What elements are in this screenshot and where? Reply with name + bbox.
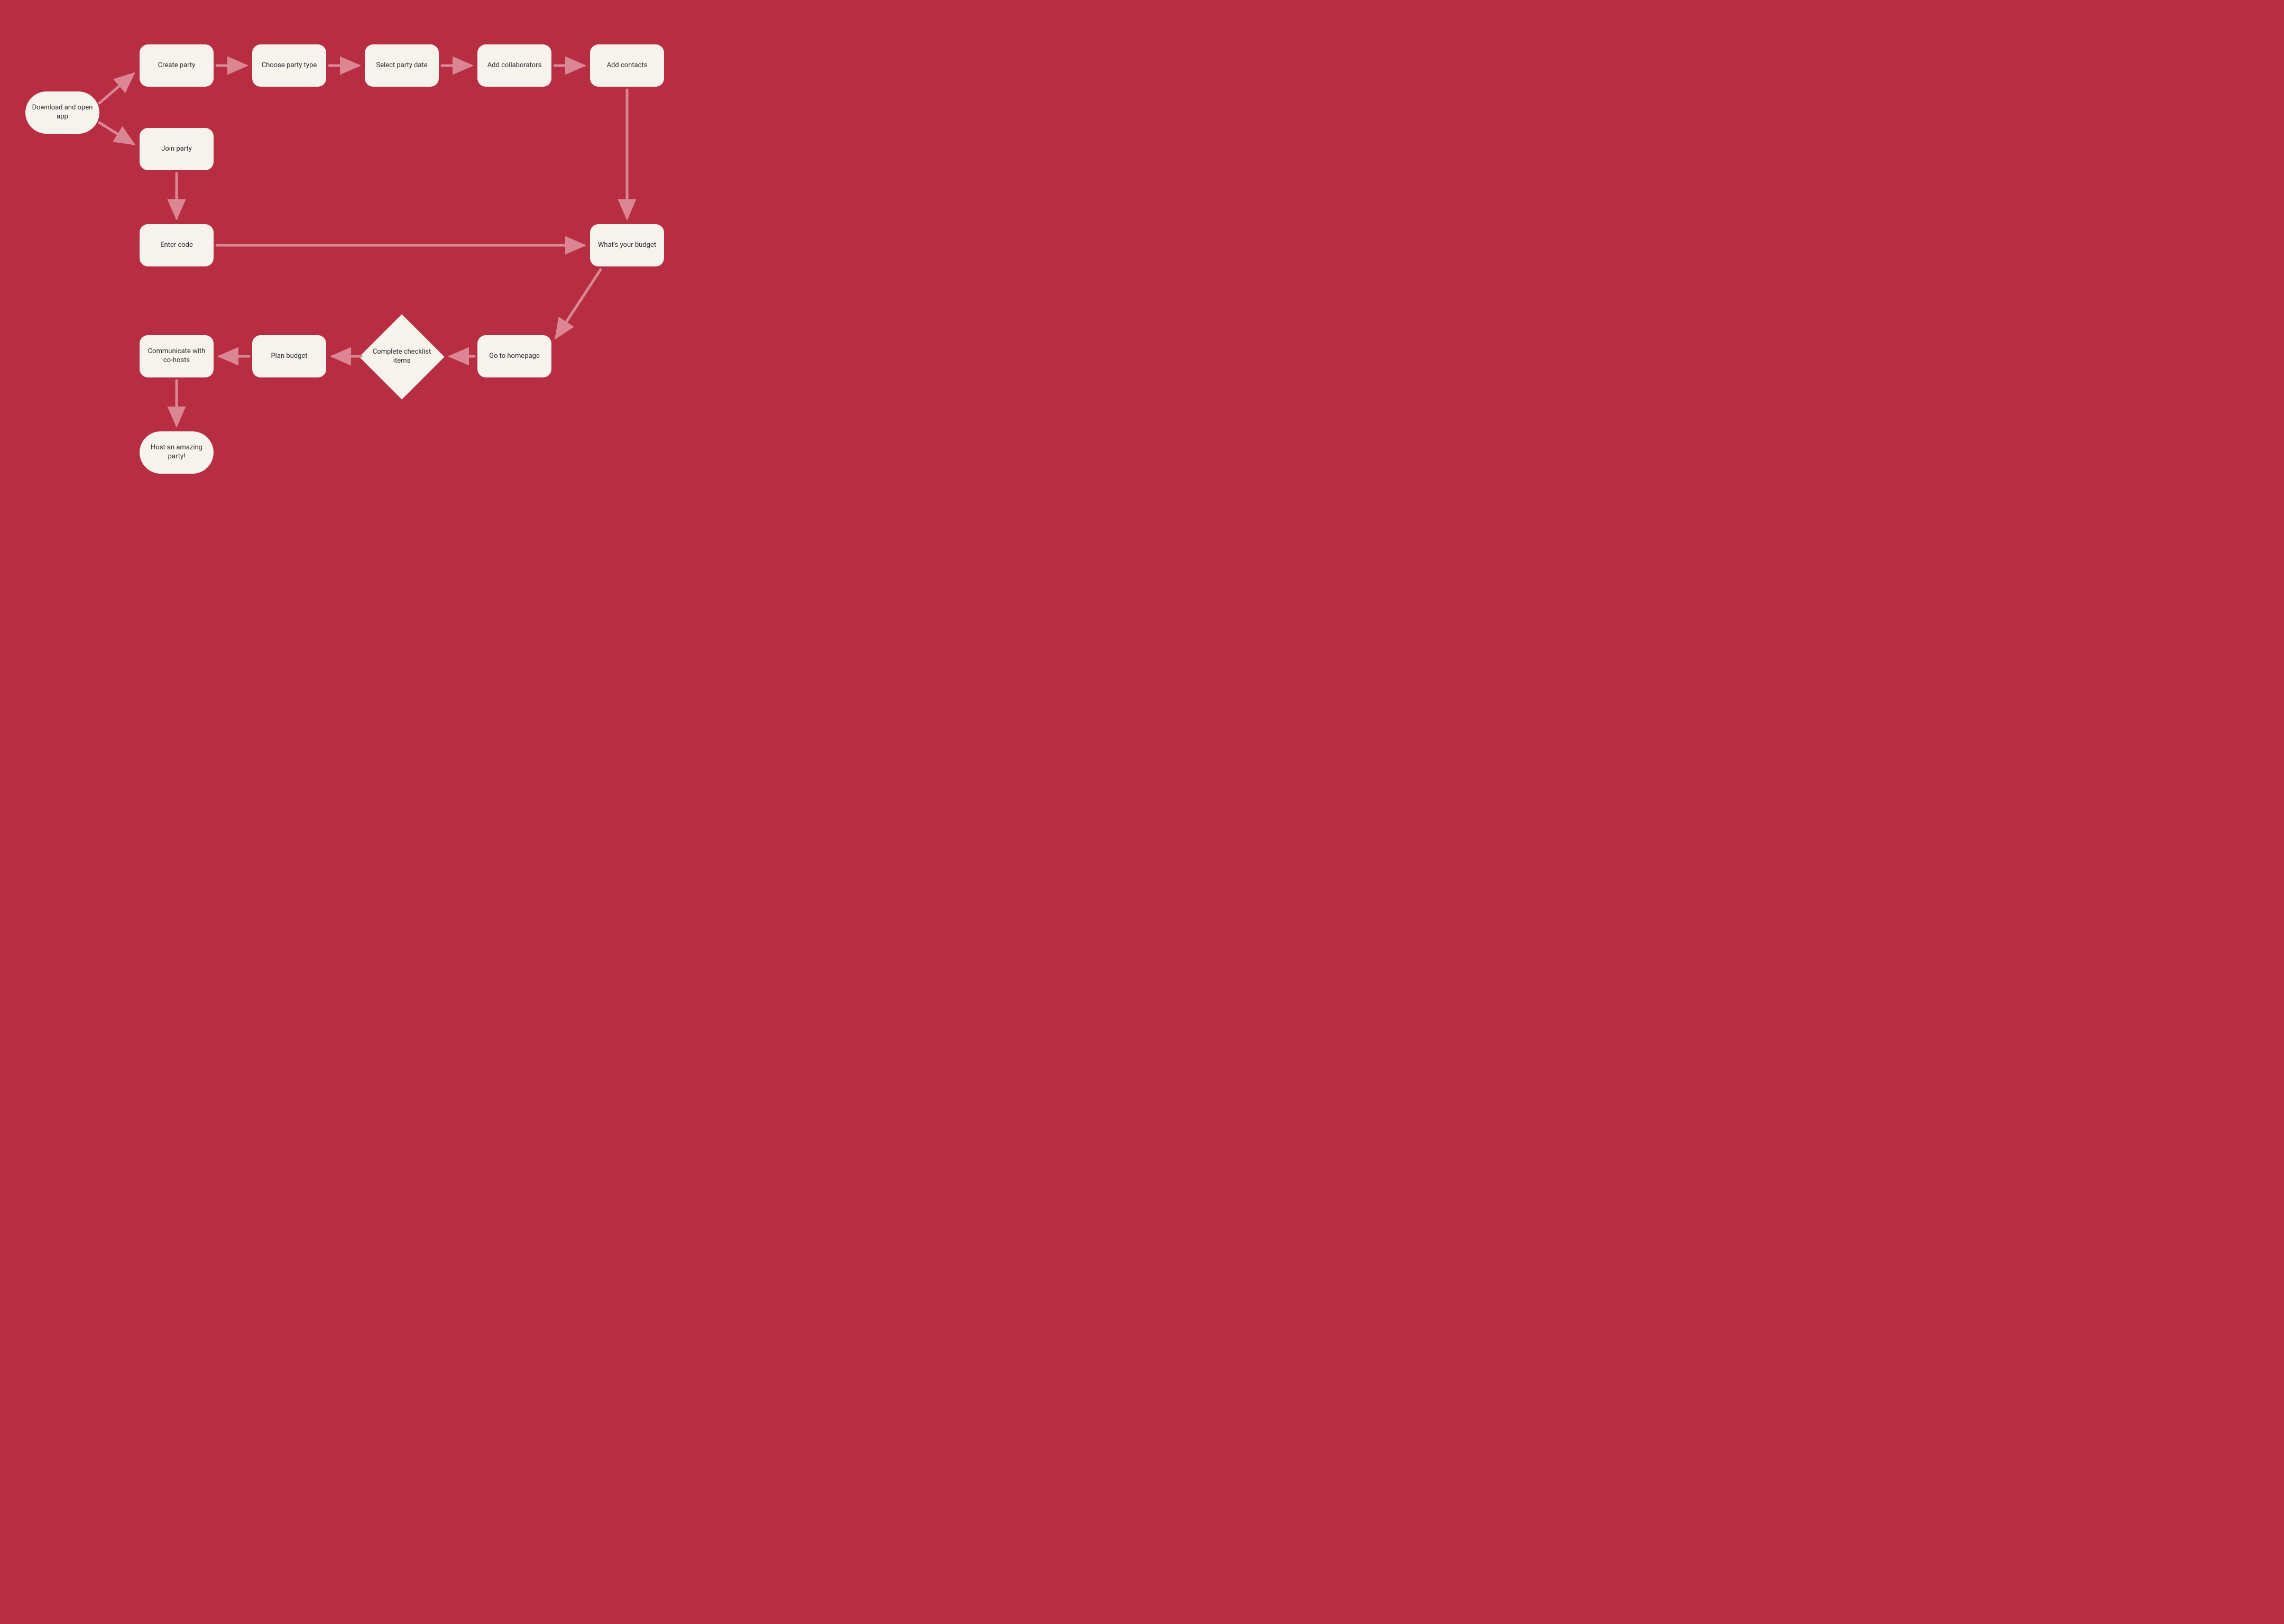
node-start: Download and open app — [25, 91, 99, 134]
flow-arrows — [0, 0, 687, 488]
node-label: Communicate with co-hosts — [146, 347, 207, 365]
node-label: Add collaborators — [487, 61, 542, 70]
node-choose-type: Choose party type — [252, 44, 326, 87]
node-budget-q: What's your budget — [590, 224, 664, 266]
node-end: Host an amazing party! — [140, 431, 214, 474]
arrow-start-join — [99, 123, 133, 144]
node-label: Enter code — [160, 241, 193, 250]
node-label: Choose party type — [262, 61, 317, 70]
arrow-budget-home — [556, 270, 601, 337]
node-communicate: Communicate with co-hosts — [140, 335, 214, 377]
node-label: Download and open app — [32, 104, 93, 122]
node-label: Complete checklist items — [372, 348, 432, 366]
node-join-party: Join party — [140, 128, 214, 170]
node-label: Create party — [158, 61, 196, 70]
node-add-collab: Add collaborators — [477, 44, 551, 87]
node-enter-code: Enter code — [140, 224, 214, 266]
node-select-date: Select party date — [365, 44, 439, 87]
node-label: Plan budget — [271, 352, 307, 361]
node-label: Host an amazing party! — [146, 444, 207, 462]
node-label: Select party date — [376, 61, 427, 70]
node-label: Add contacts — [607, 61, 648, 70]
node-create-party: Create party — [140, 44, 214, 87]
node-homepage: Go to homepage — [477, 335, 551, 377]
node-label: Go to homepage — [489, 352, 540, 361]
node-plan-budget: Plan budget — [252, 335, 326, 377]
node-checklist: Complete checklist items — [372, 327, 432, 387]
node-label: What's your budget — [598, 241, 656, 250]
node-add-contacts: Add contacts — [590, 44, 664, 87]
arrow-start-create — [99, 74, 133, 103]
node-label: Join party — [161, 145, 192, 154]
